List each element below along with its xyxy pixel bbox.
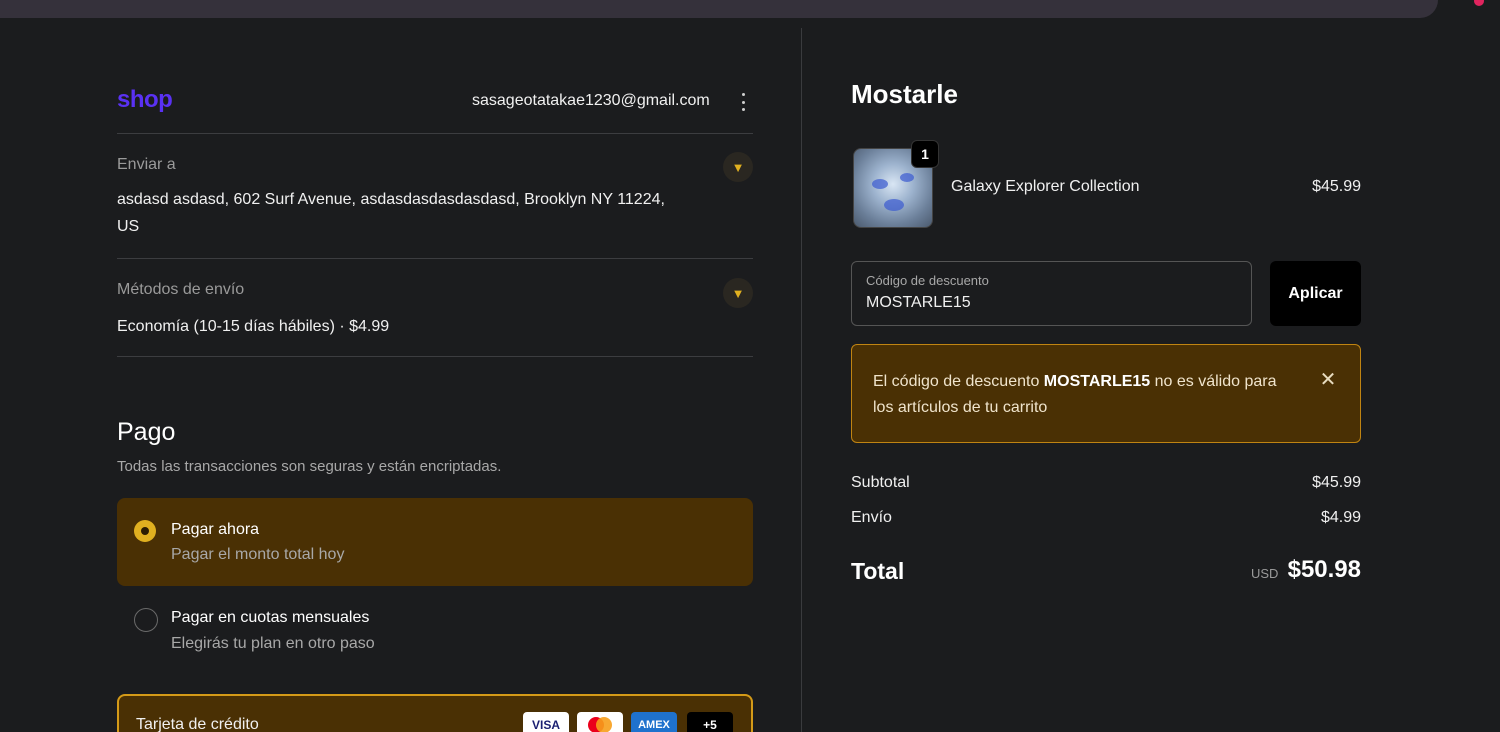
radio-selected-icon[interactable] [134,520,156,542]
amex-icon: AMEX [631,712,677,732]
kebab-icon[interactable] [740,93,746,111]
account-email: sasageotatakae1230@gmail.com [472,92,710,109]
ship-to-label: Enviar a [117,156,176,173]
product-price: $45.99 [1312,178,1361,195]
pay-now-subtitle: Pagar el monto total hoy [171,546,345,563]
ship-to-address: asdasd asdasd, 602 Surf Avenue, asdasdas… [117,186,665,240]
credit-card-label: Tarjeta de crédito [136,716,259,732]
discount-error-alert: El código de descuento MOSTARLE15 no es … [851,344,1361,443]
browser-profile-icon[interactable] [1474,0,1484,6]
chevron-down-icon[interactable]: ▼ [723,152,753,182]
visa-icon: VISA [523,712,569,732]
payment-subtitle: Todas las transacciones son seguras y es… [117,458,502,475]
discount-code-label: Código de descuento [866,273,989,288]
pay-now-option[interactable]: Pagar ahora Pagar el monto total hoy [117,498,753,586]
discount-code-input[interactable] [866,291,1236,315]
divider [117,258,753,259]
subtotal-value: $45.99 [1312,474,1361,491]
total-label: Total [851,558,905,584]
more-brands-badge: +5 [687,712,733,732]
divider [117,133,753,134]
checkout-form-panel: shop sasageotatakae1230@gmail.com Enviar… [0,28,802,732]
shipping-value: $4.99 [1320,509,1361,526]
installments-title[interactable]: Pagar en cuotas mensuales [171,609,369,627]
installments-subtitle: Elegirás tu plan en otro paso [171,635,375,652]
quantity-badge: 1 [911,140,939,168]
pay-now-title: Pagar ahora [171,521,260,538]
total-value: $50.98 [1287,556,1361,583]
address-line-1: asdasd asdasd, 602 Surf Avenue, asdasdas… [117,191,665,208]
mastercard-icon [577,712,623,732]
product-name: Galaxy Explorer Collection [951,178,1140,195]
address-line-2: US [117,218,140,235]
credit-card-option[interactable]: Tarjeta de crédito VISA AMEX +5 [117,694,753,732]
subtotal-label: Subtotal [851,474,910,491]
browser-top-bar [0,0,1500,28]
shop-logo: shop [117,86,173,113]
divider [117,356,753,357]
store-name: Mostarle [851,79,958,109]
discount-code-field[interactable]: Código de descuento [851,261,1252,326]
apply-discount-button[interactable]: Aplicar [1270,261,1361,326]
shipping-label: Envío [851,509,892,526]
shipping-methods-label: Métodos de envío [117,281,245,298]
alert-message: El código de descuento MOSTARLE15 no es … [873,373,1277,416]
alert-code: MOSTARLE15 [1043,373,1151,390]
close-icon[interactable]: ✕ [1316,367,1340,391]
radio-unselected-icon[interactable] [134,608,158,632]
browser-url-bar[interactable] [0,0,1438,18]
payment-title: Pago [117,418,176,446]
shipping-method-value: Economía (10-15 días hábiles) · $4.99 [117,318,390,335]
chevron-down-icon[interactable]: ▼ [723,278,753,308]
total-currency: USD [1251,566,1279,581]
order-summary-panel: Mostarle 1 Galaxy Explorer Collection $4… [803,28,1500,732]
